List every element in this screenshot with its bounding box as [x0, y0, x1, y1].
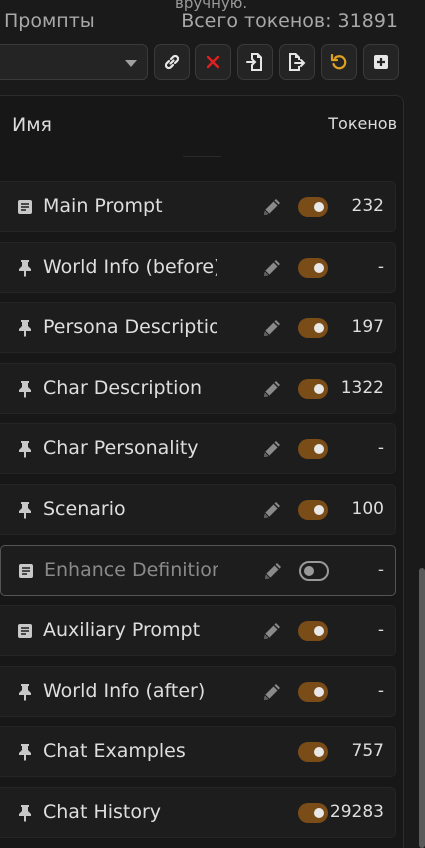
- document-icon[interactable]: [16, 622, 34, 640]
- prompt-name[interactable]: Persona Description: [43, 316, 217, 342]
- pencil-icon[interactable]: [258, 435, 286, 463]
- prompt-row[interactable]: World Info (before) -: [0, 242, 396, 293]
- prompt-row[interactable]: Scenario 100: [0, 484, 396, 535]
- prompt-manager: вручную. Промпты Всего токенов: 31891 Им…: [0, 0, 425, 848]
- delete-button[interactable]: [195, 44, 231, 80]
- prompt-token-count: 100: [351, 499, 384, 519]
- enable-toggle[interactable]: [298, 258, 328, 278]
- pin-icon[interactable]: [16, 380, 34, 398]
- pin-icon[interactable]: [16, 259, 34, 277]
- pin-icon[interactable]: [16, 319, 34, 337]
- prompt-name[interactable]: Main Prompt: [43, 195, 217, 221]
- prompt-token-count: 1322: [340, 378, 384, 398]
- prompt-name[interactable]: Char Personality: [43, 437, 217, 463]
- link-button[interactable]: [154, 44, 190, 80]
- prompt-token-count: -: [377, 560, 384, 580]
- prompt-name[interactable]: Chat History: [43, 801, 217, 827]
- name-column-header: Имя: [12, 114, 52, 136]
- undo-icon: [330, 53, 348, 71]
- import-button[interactable]: [237, 44, 273, 80]
- enable-toggle[interactable]: [298, 621, 328, 641]
- close-icon: [205, 54, 221, 70]
- tokens-column-header: Токенов: [328, 114, 397, 133]
- enable-toggle[interactable]: [298, 803, 328, 823]
- enable-toggle[interactable]: [298, 318, 328, 338]
- pin-icon[interactable]: [16, 743, 34, 761]
- enable-toggle[interactable]: [298, 197, 328, 217]
- file-import-icon: [246, 52, 264, 72]
- pin-icon[interactable]: [16, 804, 34, 822]
- pin-icon[interactable]: [16, 440, 34, 458]
- prompt-preset-select[interactable]: [0, 44, 148, 80]
- prompt-row[interactable]: World Info (after) -: [0, 666, 396, 717]
- add-prompt-button[interactable]: [363, 44, 399, 80]
- prompt-row[interactable]: Auxiliary Prompt -: [0, 605, 396, 656]
- prompt-name[interactable]: Auxiliary Prompt: [43, 619, 217, 645]
- prompt-name[interactable]: Scenario: [43, 498, 217, 524]
- document-icon[interactable]: [16, 198, 34, 216]
- prompt-row[interactable]: Char Description 1322: [0, 363, 396, 414]
- prompt-name[interactable]: Char Description: [43, 377, 217, 403]
- enable-toggle[interactable]: [298, 500, 328, 520]
- enable-toggle[interactable]: [298, 379, 328, 399]
- enable-toggle[interactable]: [298, 439, 328, 459]
- pencil-icon[interactable]: [258, 375, 286, 403]
- pin-icon[interactable]: [16, 501, 34, 519]
- pencil-icon[interactable]: [258, 314, 286, 342]
- prompt-token-count: -: [377, 620, 384, 640]
- enable-toggle[interactable]: [298, 742, 328, 762]
- prompt-row[interactable]: Persona Description 197: [0, 302, 396, 353]
- pencil-icon[interactable]: [258, 678, 286, 706]
- prompt-row[interactable]: Chat History 29283: [0, 787, 396, 838]
- pencil-icon[interactable]: [258, 496, 286, 524]
- file-export-icon: [287, 52, 307, 72]
- prompt-name[interactable]: Chat Examples: [43, 740, 217, 766]
- pencil-icon[interactable]: [258, 617, 286, 645]
- add-icon: [373, 54, 389, 70]
- prompt-row[interactable]: Enhance Definitions -: [0, 545, 396, 596]
- chevron-down-icon: [125, 60, 137, 67]
- enable-toggle[interactable]: [299, 561, 329, 581]
- pencil-icon[interactable]: [258, 254, 286, 282]
- scrollbar[interactable]: [419, 568, 425, 848]
- prompt-token-count: -: [377, 438, 384, 458]
- pencil-icon[interactable]: [258, 193, 286, 221]
- prompt-token-count: -: [377, 257, 384, 277]
- prompt-token-count: -: [377, 681, 384, 701]
- export-button[interactable]: [279, 44, 315, 80]
- pencil-icon[interactable]: [259, 557, 287, 585]
- link-icon: [162, 52, 182, 72]
- total-tokens: Всего токенов: 31891: [181, 10, 398, 32]
- prompt-row[interactable]: Chat Examples 757: [0, 726, 396, 777]
- prompt-token-count: 197: [351, 317, 384, 337]
- reset-button[interactable]: [321, 44, 357, 80]
- pin-icon[interactable]: [16, 683, 34, 701]
- toolbar: [0, 44, 425, 82]
- prompt-name[interactable]: World Info (after): [43, 680, 217, 706]
- section-title: Промпты: [4, 10, 95, 32]
- prompt-token-count: 232: [351, 196, 384, 216]
- prompts-header: Промпты Всего токенов: 31891: [0, 10, 425, 36]
- prompt-row[interactable]: Main Prompt 232: [0, 181, 396, 232]
- prompt-name[interactable]: Enhance Definitions: [44, 559, 218, 585]
- divider: [183, 156, 221, 157]
- prompt-token-count: 757: [351, 741, 384, 761]
- enable-toggle[interactable]: [298, 682, 328, 702]
- prompt-token-count: 29283: [329, 802, 384, 822]
- prompt-row[interactable]: Char Personality -: [0, 423, 396, 474]
- document-icon[interactable]: [17, 562, 35, 580]
- prompt-name[interactable]: World Info (before): [43, 256, 217, 282]
